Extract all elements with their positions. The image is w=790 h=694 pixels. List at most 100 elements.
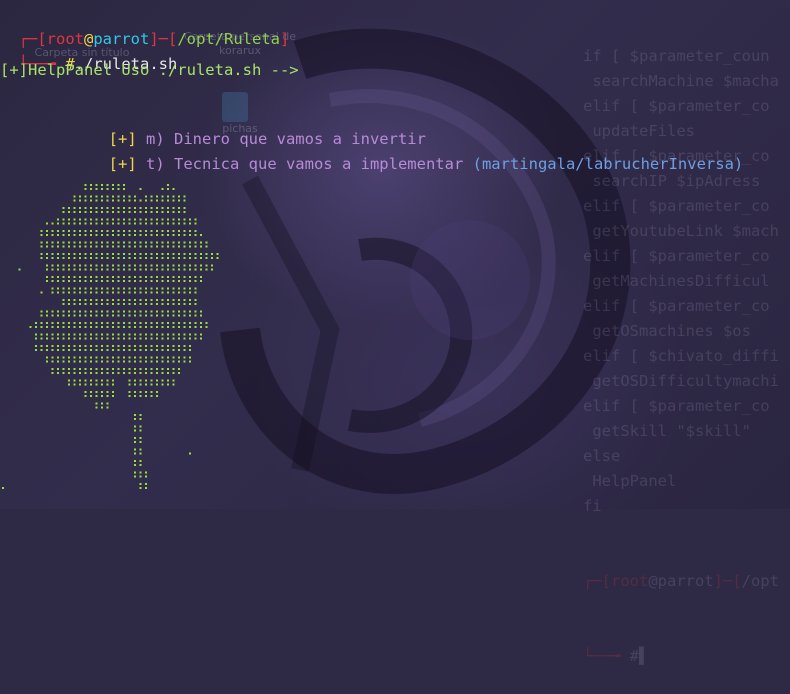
clover-dot [167,372,169,374]
clover-dot [172,245,175,248]
clover-dot [194,299,197,301]
background-terminal-line: else [583,447,621,465]
clover-dot [79,379,81,382]
clover-dot [145,195,147,198]
clover-dot [128,195,131,198]
clover-dot [216,253,219,255]
clover-dot [79,337,81,340]
option-marker: [+] [108,155,137,173]
clover-dot [189,333,191,336]
clover-dot [62,257,65,259]
clover-dot [128,326,131,328]
clover-dot [29,326,32,328]
clover-dot [112,287,114,290]
clover-dot [128,395,131,397]
clover-dot [123,299,125,301]
clover-dot [46,253,48,255]
clover-dot [79,199,81,202]
clover-dot [123,195,125,198]
clover-dot [139,291,142,294]
clover-dot [84,314,87,317]
clover-dot [68,345,70,347]
clover-dot [167,222,169,225]
clover-dot [150,268,153,271]
clover-dot [101,218,103,221]
clover-dot [95,360,98,363]
clover-dot [167,199,169,202]
clover-dot [51,337,54,340]
clover-dot [128,383,131,386]
clover-dot [35,345,37,347]
clover-dot [90,276,92,278]
clover-dot [84,230,87,232]
clover-dot [90,199,92,202]
clover-dot [68,230,70,232]
clover-dot [84,333,87,336]
clover-dot [51,356,54,359]
clover-dot [145,471,147,474]
clover-dot [167,253,169,255]
clover-dot [172,326,175,328]
clover-dot [139,356,142,359]
clover-dot [101,291,103,294]
clover-dot [101,234,103,236]
clover-dot [112,379,114,382]
clover-dot [145,245,147,248]
clover-dot [156,379,158,382]
clover-dot [172,211,175,213]
clover-dot [194,230,197,232]
clover-dot [139,379,142,382]
clover-dot [51,230,54,232]
clover-dot [84,211,87,213]
clover-dot [90,280,92,282]
clover-dot [134,253,136,255]
clover-dot [101,184,103,186]
clover-dot [194,253,197,255]
clover-dot [57,326,59,328]
background-terminal-line: fi [583,497,602,515]
clover-dot [101,402,103,405]
clover-dot [84,383,87,386]
clover-dot [112,234,114,236]
clover-dot [84,299,87,301]
clover-dot [95,322,98,324]
clover-dot [172,276,175,278]
clover-dot [211,268,213,271]
clover-dot [106,245,109,248]
clover-dot [205,253,208,255]
clover-dot [57,372,59,374]
clover-dot [106,280,109,282]
clover-dot [68,241,70,244]
clover-dot [194,257,197,259]
clover-dot [112,356,114,359]
clover-dot [167,322,169,324]
clover-dot [205,245,208,248]
clover-dot [161,368,164,370]
clover-dot [79,287,81,290]
clover-dot [73,368,76,370]
clover-dot [183,333,186,336]
clover-dot [139,234,142,236]
clover-dot [145,314,147,317]
clover-dot [150,333,153,336]
clover-dot [145,310,147,313]
clover-dot [90,241,92,244]
clover-dot [161,310,164,313]
clover-dot [134,391,136,393]
clover-dot [200,245,202,248]
clover-dot [178,268,180,271]
clover-dot [101,241,103,244]
clover-dot [106,199,109,202]
clover-dot [211,257,213,259]
clover-dot [139,287,142,290]
clover-dot [73,372,76,374]
clover-dot [150,287,153,290]
clover-dot [134,291,136,294]
clover-dot [167,303,169,305]
clover-dot [183,268,186,271]
clover-dot [112,253,114,255]
clover-dot [134,360,136,363]
clover-dot [57,291,59,294]
clover-dot [139,395,142,397]
clover-dot [150,391,153,393]
